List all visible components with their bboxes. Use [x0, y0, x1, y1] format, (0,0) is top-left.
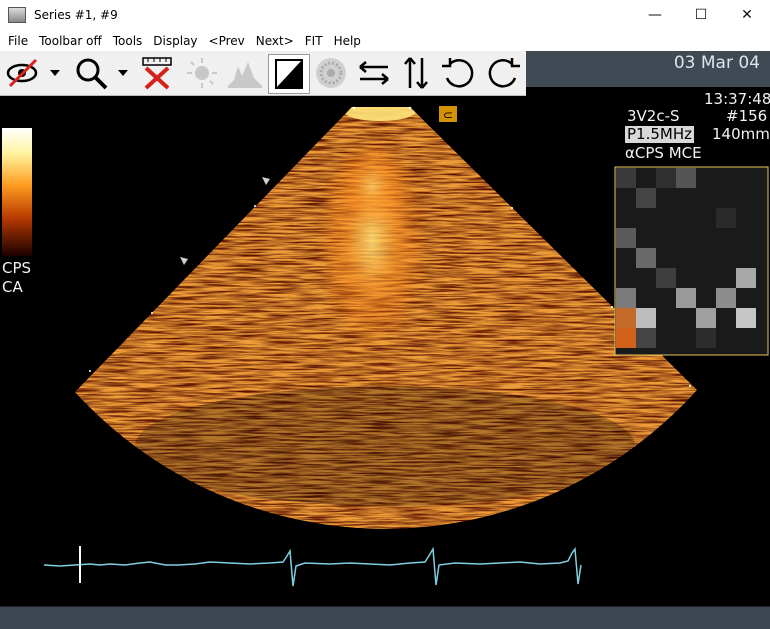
toolbar	[0, 51, 526, 96]
flip-horizontal-button[interactable]	[354, 54, 394, 92]
frame-number: #156	[726, 107, 768, 125]
zoom-button[interactable]	[70, 54, 134, 92]
svg-text:⊂: ⊂	[443, 108, 453, 122]
histogram-icon	[228, 62, 262, 88]
menu-file[interactable]: File	[8, 34, 28, 48]
flip-vertical-icon	[404, 57, 428, 89]
ruler-delete-icon	[142, 57, 172, 90]
menu-prev[interactable]: <Prev	[209, 34, 245, 48]
minimize-button[interactable]: —	[632, 0, 678, 30]
menu-display[interactable]: Display	[153, 34, 197, 48]
toggle-overlay-button[interactable]	[2, 54, 66, 92]
rotate-left-icon	[442, 58, 474, 88]
contrast-icon	[275, 59, 303, 89]
ecg-trace	[43, 546, 582, 587]
menu-toolbar-off[interactable]: Toolbar off	[39, 34, 102, 48]
menu-tools[interactable]: Tools	[113, 34, 143, 48]
rotate-right-icon	[488, 58, 520, 88]
mode-label: αCPS MCE	[625, 144, 702, 162]
flip-horizontal-icon	[359, 61, 389, 85]
app-icon	[8, 7, 26, 23]
status-bar	[0, 606, 770, 629]
color-scale-bar	[2, 128, 32, 256]
menu-bar: File Toolbar off Tools Display <Prev Nex…	[0, 30, 770, 51]
filter-icon	[316, 58, 346, 88]
rotate-left-button[interactable]	[438, 54, 480, 92]
flip-vertical-button[interactable]	[396, 54, 436, 92]
image-viewer[interactable]: 03 Mar 04 ⊂ CPS CA 13:37:48 3V2c-S #156 …	[0, 51, 770, 606]
probe-label: 3V2c-S	[627, 107, 680, 125]
rotate-right-button[interactable]	[482, 54, 524, 92]
invert-button[interactable]	[268, 54, 310, 94]
window-level-button[interactable]	[224, 54, 266, 92]
window-title: Series #1, #9	[34, 8, 118, 22]
frequency-label: P1.5MHz	[625, 125, 694, 143]
thumbnail-panel[interactable]	[614, 166, 769, 356]
marker-arrow-icon	[262, 177, 270, 185]
marker-arrow-icon	[180, 257, 188, 265]
menu-help[interactable]: Help	[334, 34, 361, 48]
maximize-button[interactable]: ☐	[678, 0, 724, 30]
zoom-icon	[76, 58, 128, 90]
eye-hide-icon	[6, 58, 60, 88]
brightness-icon	[187, 58, 217, 88]
depth-label: 140mm	[712, 125, 770, 143]
menu-next[interactable]: Next>	[256, 34, 294, 48]
acquisition-time: 13:37:48	[704, 90, 770, 108]
close-button[interactable]: ✕	[724, 0, 770, 30]
menu-fit[interactable]: FIT	[305, 34, 323, 48]
delete-measurements-button[interactable]	[138, 54, 178, 92]
colorbar-label-cps: CPS	[2, 259, 32, 277]
brightness-button[interactable]	[182, 54, 222, 92]
colorbar-label-ca: CA	[2, 278, 23, 296]
filter-button[interactable]	[310, 54, 352, 92]
